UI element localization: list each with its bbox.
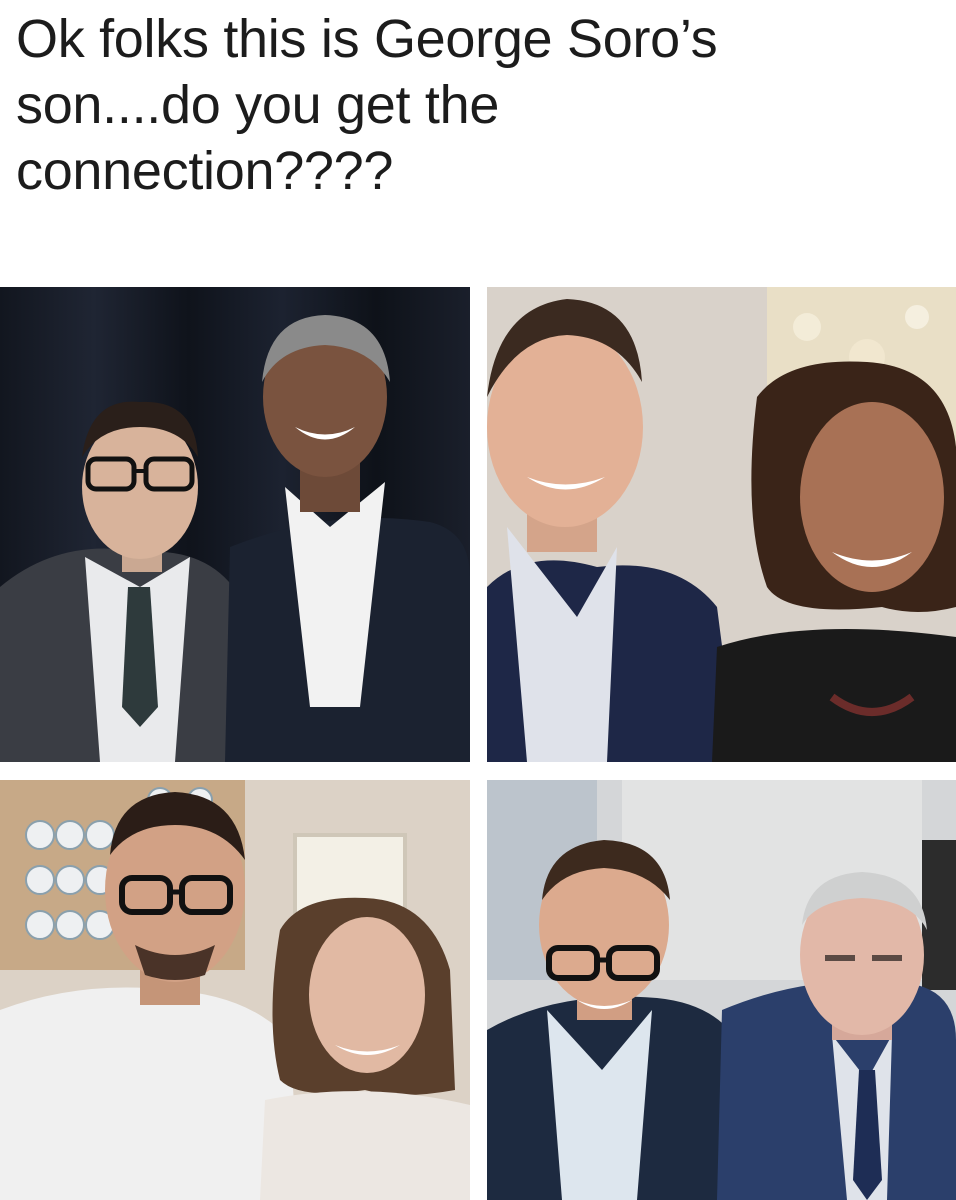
- photo-bottom-right: [487, 780, 956, 1200]
- caption-line-2: son....do you get the: [16, 75, 500, 135]
- photo-bottom-right-illustration: [487, 780, 956, 1200]
- photo-bottom-left: [0, 780, 470, 1200]
- meme-caption: Ok folks this is George Soro’s son....do…: [16, 6, 936, 204]
- photo-top-right: [487, 287, 956, 762]
- photo-top-left: [0, 287, 470, 762]
- photo-bottom-left-illustration: [0, 780, 470, 1200]
- photo-top-right-illustration: [487, 287, 956, 762]
- photo-top-left-illustration: [0, 287, 470, 762]
- caption-line-1: Ok folks this is George Soro’s: [16, 9, 718, 69]
- caption-line-3: connection????: [16, 141, 394, 201]
